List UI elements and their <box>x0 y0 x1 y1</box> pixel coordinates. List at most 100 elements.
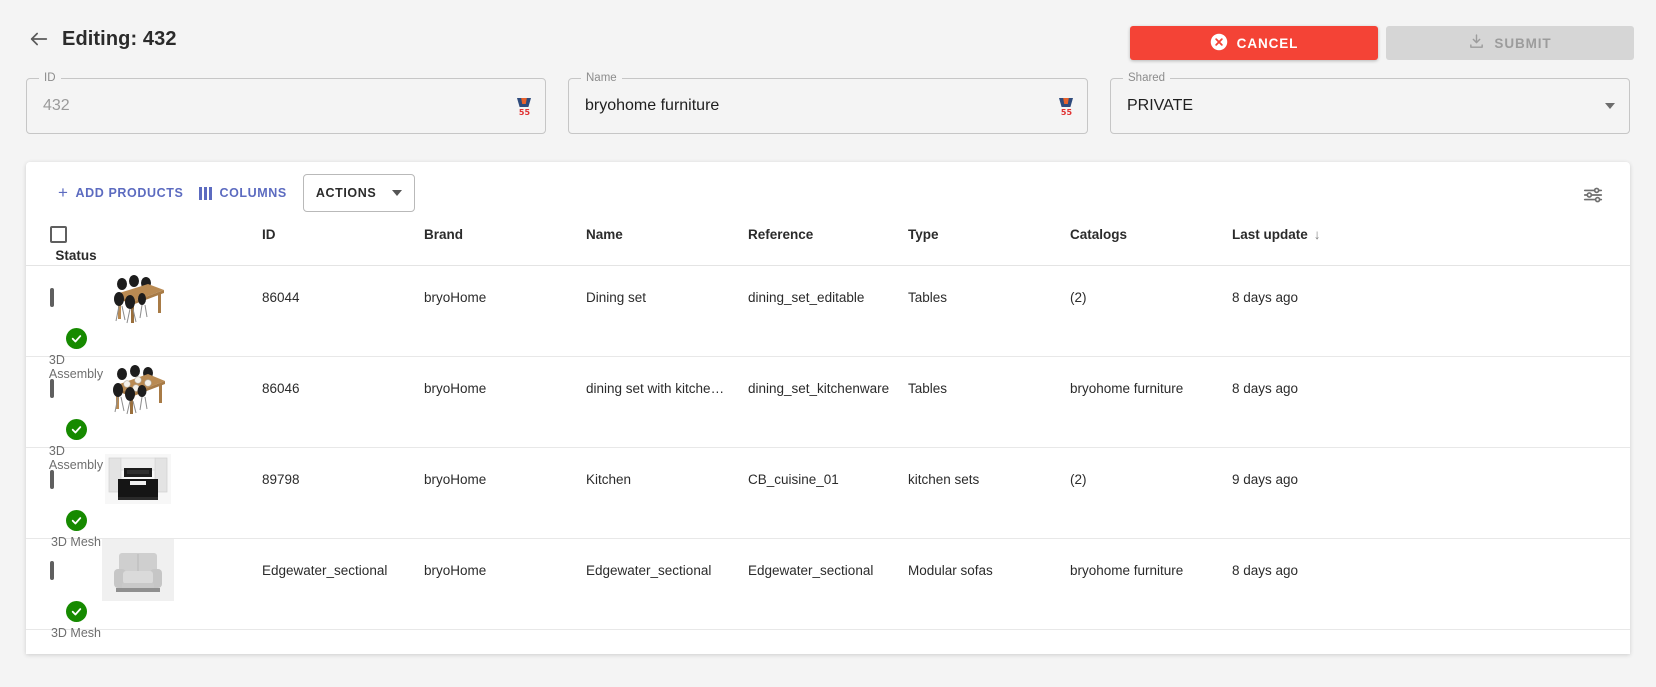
table-row[interactable]: 86044 bryoHome Dining set dining_set_edi… <box>26 266 1630 381</box>
check-circle-icon <box>65 419 87 440</box>
cell-type: Modular sofas <box>908 562 993 578</box>
cell-reference: Edgewater_sectional <box>748 562 874 578</box>
cell-name: Kitchen <box>586 471 632 487</box>
products-table-card: + ADD PRODUCTS COLUMNS ACTIONS ID Brand … <box>26 162 1630 654</box>
cell-catalogs: bryohome furniture <box>1070 380 1184 396</box>
columns-icon <box>199 186 213 200</box>
sort-desc-arrow-icon: ↓ <box>1313 227 1321 243</box>
cell-catalogs: (2) <box>1070 471 1087 487</box>
cell-reference: dining_set_editable <box>748 289 865 305</box>
product-thumbnail[interactable] <box>102 539 262 601</box>
table-header-row: ID Brand Name Reference Type Catalogs La… <box>26 224 1630 266</box>
cell-type: Tables <box>908 380 948 396</box>
row-checkbox[interactable] <box>50 469 102 489</box>
column-header-id[interactable]: ID <box>262 227 424 242</box>
row-checkbox[interactable] <box>50 560 102 580</box>
column-header-catalogs[interactable]: Catalogs <box>1070 227 1232 242</box>
name-field-value: bryohome furniture <box>585 97 720 114</box>
status-badge: 3D Assembly <box>48 419 104 472</box>
status-badge: 3D Mesh <box>50 601 102 640</box>
table-toolbar: + ADD PRODUCTS COLUMNS ACTIONS <box>26 162 1630 224</box>
status-label: 3D Mesh <box>50 535 102 549</box>
actions-dropdown-button[interactable]: ACTIONS <box>302 174 416 212</box>
cell-name: Dining set <box>586 289 647 305</box>
svg-text:55: 55 <box>519 108 531 116</box>
tune-sliders-icon[interactable] <box>1582 184 1604 211</box>
select-all-checkbox[interactable] <box>50 226 102 244</box>
status-badge: 3D Mesh <box>50 510 102 549</box>
cell-catalogs: bryohome furniture <box>1070 562 1184 578</box>
shared-select-label: Shared <box>1123 71 1171 85</box>
name-field-label: Name <box>581 71 622 85</box>
column-header-name[interactable]: Name <box>586 227 748 242</box>
cell-id: Edgewater_sectional <box>262 562 388 578</box>
chevron-down-icon <box>392 190 403 196</box>
status-badge: 3D Assembly <box>48 328 104 381</box>
cell-reference: CB_cuisine_01 <box>748 471 839 487</box>
cell-last-update: 8 days ago <box>1232 562 1299 578</box>
cancel-circle-icon <box>1210 33 1228 54</box>
product-thumbnail[interactable] <box>102 357 262 419</box>
cell-last-update: 9 days ago <box>1232 471 1299 487</box>
cell-last-update: 8 days ago <box>1232 289 1299 305</box>
svg-text:55: 55 <box>1061 108 1073 116</box>
cell-reference: dining_set_kitchenware <box>748 380 890 396</box>
product-thumbnail[interactable] <box>102 448 262 510</box>
chevron-down-icon[interactable] <box>1605 103 1615 109</box>
id-field-value: 432 <box>43 97 70 114</box>
column-header-last-update-label: Last update <box>1232 227 1308 243</box>
table-row[interactable]: 89798 bryoHome Kitchen CB_cuisine_01 kit… <box>26 448 1630 549</box>
columns-label: COLUMNS <box>219 186 287 200</box>
check-circle-icon <box>65 510 87 531</box>
row-checkbox[interactable] <box>50 378 102 398</box>
check-circle-icon <box>65 328 87 349</box>
status-label: 3D Assembly <box>48 353 104 381</box>
cell-catalogs: (2) <box>1070 289 1087 305</box>
cell-id: 89798 <box>262 471 300 487</box>
cell-brand: bryoHome <box>424 471 487 487</box>
extension-badge-icon[interactable]: 55 <box>1057 96 1075 117</box>
table-row[interactable]: 86046 bryoHome dining set with kitche… d… <box>26 357 1630 472</box>
columns-button[interactable]: COLUMNS <box>191 180 294 206</box>
page-title: Editing: 432 <box>62 27 177 50</box>
column-header-last-update[interactable]: Last update ↓ <box>1232 227 1432 242</box>
cell-type: kitchen sets <box>908 471 980 487</box>
row-checkbox[interactable] <box>50 287 102 307</box>
status-label: 3D Mesh <box>50 626 102 640</box>
back-arrow-icon[interactable] <box>26 26 52 52</box>
download-icon <box>1468 33 1485 53</box>
edit-form: ID 432 55 Name bryohome furniture 55 Sha… <box>0 71 1656 162</box>
column-header-brand[interactable]: Brand <box>424 227 586 242</box>
cell-brand: bryoHome <box>424 289 487 305</box>
page-header: Editing: 432 CANCEL SUBMIT <box>0 0 1656 78</box>
cell-brand: bryoHome <box>424 562 487 578</box>
cell-last-update: 8 days ago <box>1232 380 1299 396</box>
shared-select-value: PRIVATE <box>1127 97 1194 114</box>
cell-id: 86044 <box>262 289 300 305</box>
id-field-label: ID <box>39 71 61 85</box>
add-products-button[interactable]: + ADD PRODUCTS <box>50 180 191 206</box>
cell-brand: bryoHome <box>424 380 487 396</box>
submit-button[interactable]: SUBMIT <box>1386 26 1634 60</box>
table-row[interactable]: Edgewater_sectional bryoHome Edgewater_s… <box>26 539 1630 640</box>
cell-name: dining set with kitche… <box>586 380 725 396</box>
header-actions: CANCEL SUBMIT <box>1130 26 1634 60</box>
id-field[interactable]: ID 432 55 <box>26 71 546 134</box>
cell-id: 86046 <box>262 380 300 396</box>
column-header-type[interactable]: Type <box>908 227 1070 242</box>
submit-button-label: SUBMIT <box>1494 35 1552 51</box>
cell-name: Edgewater_sectional <box>586 562 712 578</box>
name-field[interactable]: Name bryohome furniture 55 <box>568 71 1088 134</box>
table-body: 86044 bryoHome Dining set dining_set_edi… <box>26 266 1630 640</box>
column-header-status[interactable]: Status <box>50 248 102 263</box>
add-products-label: ADD PRODUCTS <box>75 186 184 200</box>
status-label: 3D Assembly <box>48 444 104 472</box>
cell-type: Tables <box>908 289 948 305</box>
cancel-button-label: CANCEL <box>1236 35 1299 51</box>
extension-badge-icon[interactable]: 55 <box>515 96 533 117</box>
shared-select[interactable]: Shared PRIVATE <box>1110 71 1630 134</box>
column-header-reference[interactable]: Reference <box>748 227 908 242</box>
product-thumbnail[interactable] <box>102 266 262 328</box>
cancel-button[interactable]: CANCEL <box>1130 26 1378 60</box>
plus-icon: + <box>58 183 69 202</box>
